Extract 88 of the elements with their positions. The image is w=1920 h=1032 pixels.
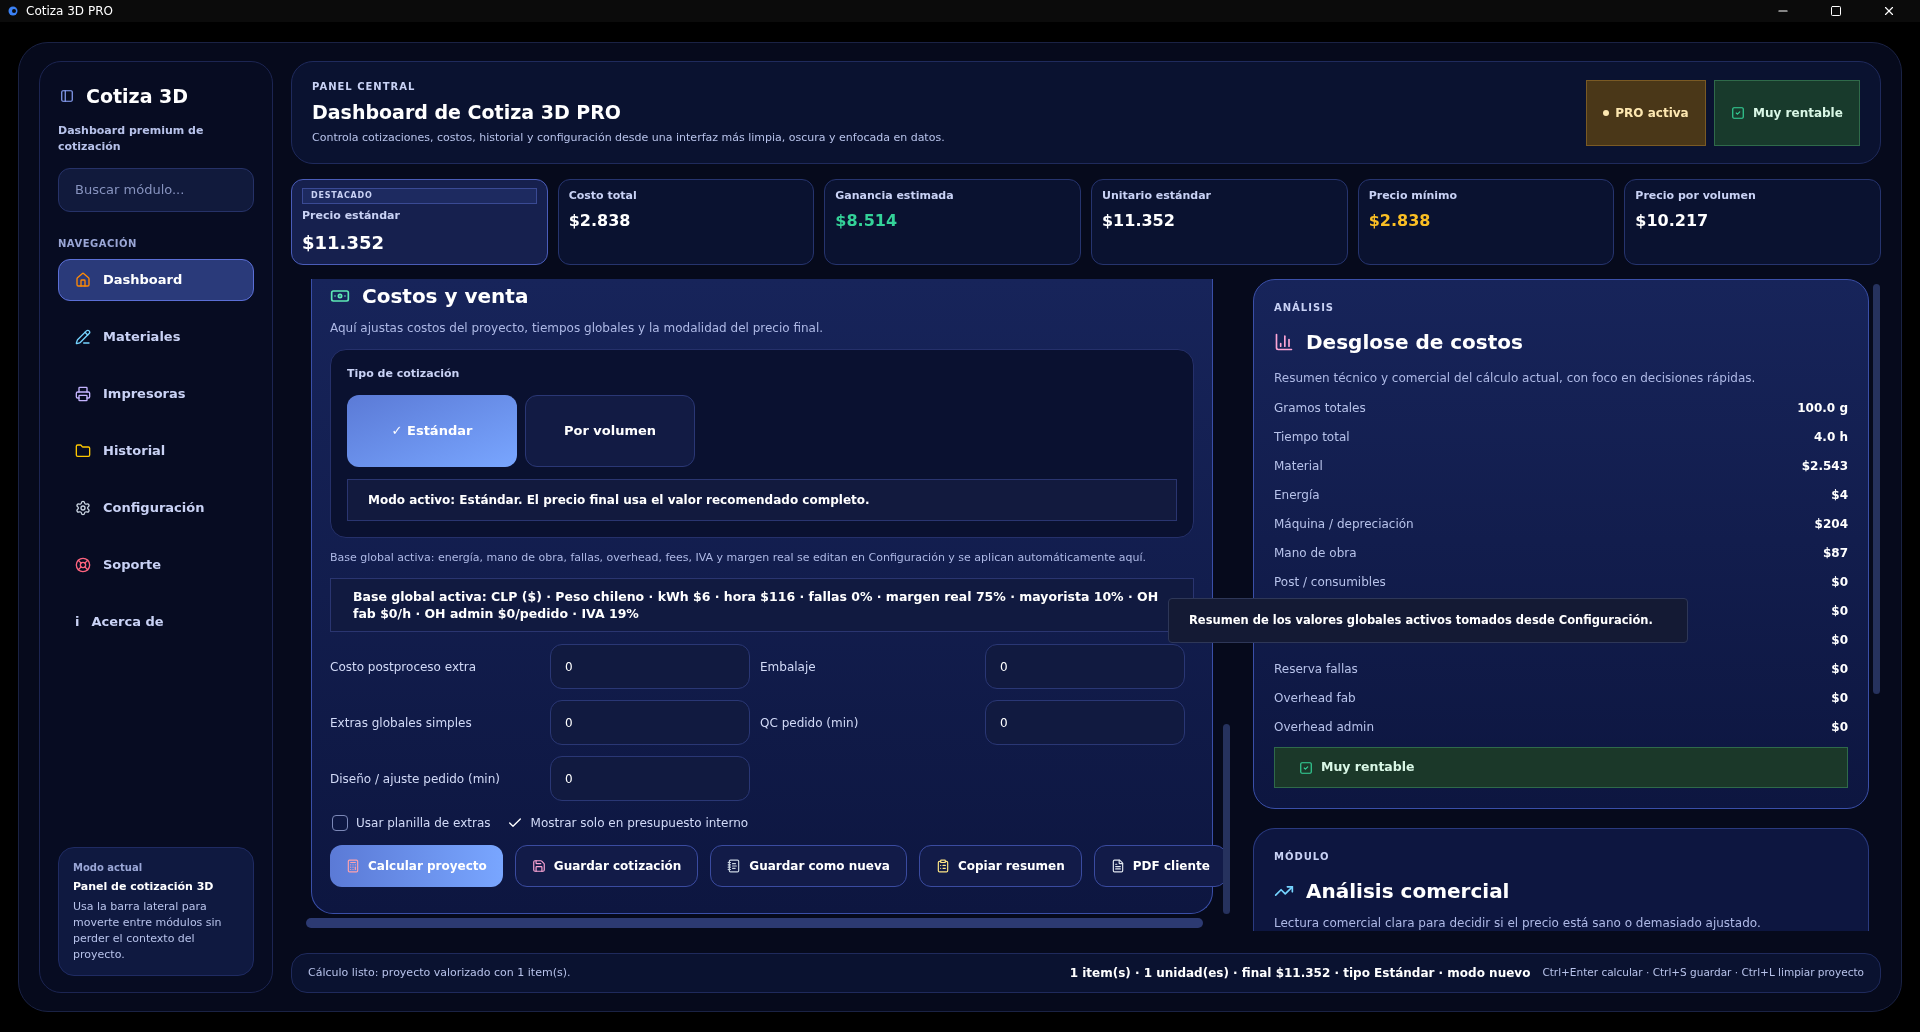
card-title: Desglose de costos — [1306, 329, 1523, 356]
row-value: $0 — [1831, 631, 1848, 649]
row-value: $0 — [1831, 660, 1848, 678]
sidebar-item[interactable]: Impresoras — [58, 372, 254, 415]
badge-label: PRO activa — [1615, 104, 1689, 122]
status-message: Cálculo listo: proyecto valorizado con 1 item(s). — [308, 964, 572, 981]
stat-label: Costo total — [568, 188, 638, 204]
row-label: Mano de obra — [1274, 544, 1357, 562]
field-label: QC pedido (min) — [760, 714, 860, 732]
row-label: Reserva fallas — [1274, 660, 1358, 678]
row-label: Post / consumibles — [1274, 573, 1386, 591]
info-icon: i — [75, 611, 80, 632]
page-subtitle: Controla cotizaciones, costos, historial y configuración desde una interfaz más limpia, oscura y enfocada en datos. — [312, 130, 946, 146]
stat-value: $11.352 — [302, 230, 385, 255]
card-subtitle: Resumen técnico y comercial del cálculo actual, con foco en decisiones rápidas. — [1274, 370, 1757, 387]
input-field[interactable]: 0 — [550, 756, 750, 801]
stat-label: Unitario estándar — [1102, 188, 1213, 204]
page-title: Dashboard de Cotiza 3D PRO — [312, 99, 622, 125]
row-value: 100.0 g — [1797, 399, 1848, 417]
quote-type-label: Tipo de cotización — [347, 366, 461, 382]
action-button[interactable]: Copiar resumen — [918, 845, 1082, 887]
row-value: $4 — [1831, 486, 1848, 504]
field-label: Diseño / ajuste pedido (min) — [330, 770, 501, 788]
global-note: Base global activa: energía, mano de obra, fallas, overhead, fees, IVA y margen real se editan en Configuración y se aplican automáticamente aquí. — [330, 549, 1148, 566]
input-field[interactable]: 0 — [550, 644, 750, 689]
checkbox-label: Mostrar solo en presupuesto interno — [530, 815, 749, 832]
action-button[interactable]: Guardar cotización — [514, 845, 699, 887]
stat-value: $10.217 — [1635, 209, 1710, 232]
sidebar-item[interactable]: i Acerca de — [58, 600, 254, 643]
row-label: Gramos totales — [1274, 399, 1366, 417]
checkbox-label: Usar planilla de extras — [356, 815, 491, 832]
row-label: Tiempo total — [1274, 428, 1350, 446]
mode-title: Panel de cotización 3D — [73, 878, 215, 895]
sidebar-item[interactable]: Historial — [58, 429, 254, 472]
section-label: NAVEGACIÓN — [58, 236, 138, 251]
card-title: Análisis comercial — [1306, 878, 1510, 905]
input-field[interactable]: 0 — [985, 700, 1185, 745]
row-label: Energía — [1274, 486, 1320, 504]
app-name: Cotiza 3D — [86, 84, 189, 109]
badge-label: Muy rentable — [1753, 104, 1843, 122]
row-value: $87 — [1822, 544, 1848, 562]
row-value: $2.543 — [1801, 457, 1848, 475]
card-eyebrow: ANÁLISIS — [1274, 300, 1336, 315]
verdict-label: Muy rentable — [1321, 758, 1415, 777]
sidebar-item[interactable]: Dashboard — [58, 258, 254, 301]
stat-value: $8.514 — [835, 209, 899, 232]
quote-type-option[interactable]: Por volumen — [525, 394, 695, 467]
action-button[interactable]: Guardar como nueva — [710, 845, 907, 887]
card-eyebrow: MÓDULO — [1274, 849, 1331, 864]
search-field[interactable]: Buscar módulo... — [58, 167, 254, 212]
window-title: Cotiza 3D PRO — [26, 3, 113, 20]
shortcut-hints: Ctrl+Enter calcular · Ctrl+S guardar · Ctrl+L limpiar proyecto — [1542, 965, 1864, 981]
row-value: $0 — [1831, 602, 1848, 620]
field-label: Costo postproceso extra — [330, 658, 478, 676]
stat-label: Precio por volumen — [1635, 188, 1757, 204]
app-tagline: Dashboard premium de cotización — [58, 122, 205, 155]
stat-label: Ganancia estimada — [835, 188, 955, 204]
row-value: $204 — [1814, 515, 1848, 533]
mode-label: Modo actual — [73, 860, 144, 875]
stat-value: $2.838 — [1368, 209, 1432, 232]
stat-value: $2.838 — [568, 209, 632, 232]
active-mode-note: Modo activo: Estándar. El precio final usa el valor recomendado completo. — [347, 478, 1177, 521]
sidebar-item[interactable]: Soporte — [58, 543, 254, 586]
sidebar-item[interactable]: Materiales — [58, 315, 254, 358]
featured-tag: DESTACADO — [302, 188, 537, 204]
sidebar-item[interactable]: Configuración — [58, 486, 254, 529]
stat-value: $11.352 — [1102, 209, 1176, 232]
action-button[interactable]: PDF cliente — [1093, 845, 1223, 887]
card-subtitle: Lectura comercial clara para decidir si el precio está sano o demasiado ajustado. — [1274, 915, 1762, 931]
panel-title: Costos y venta — [362, 283, 529, 310]
row-label: Overhead admin — [1274, 718, 1375, 736]
row-label: Material — [1274, 457, 1323, 475]
header-eyebrow: PANEL CENTRAL — [312, 79, 417, 94]
row-value: $0 — [1831, 718, 1848, 736]
row-value: $0 — [1831, 689, 1848, 707]
field-label: Embalaje — [760, 658, 817, 676]
row-label: Máquina / depreciación — [1274, 515, 1414, 533]
mode-description: Usa la barra lateral para moverte entre módulos sin perder el contexto del proyecto. — [73, 899, 223, 963]
field-label: Extras globales simples — [330, 714, 473, 732]
stat-label: Precio mínimo — [1368, 188, 1459, 204]
row-value: $0 — [1831, 573, 1848, 591]
row-label: Overhead fab — [1274, 689, 1356, 707]
input-field[interactable]: 0 — [550, 700, 750, 745]
status-summary: 1 item(s) · 1 unidad(es) · final $11.352 · tipo Estándar · modo nuevo — [1069, 965, 1531, 982]
stat-label: Precio estándar — [302, 208, 401, 224]
row-value: 4.0 h — [1814, 428, 1848, 446]
panel-subtitle: Aquí ajustas costos del proyecto, tiempos globales y la modalidad del precio final. — [330, 320, 825, 337]
input-field[interactable]: 0 — [985, 644, 1185, 689]
